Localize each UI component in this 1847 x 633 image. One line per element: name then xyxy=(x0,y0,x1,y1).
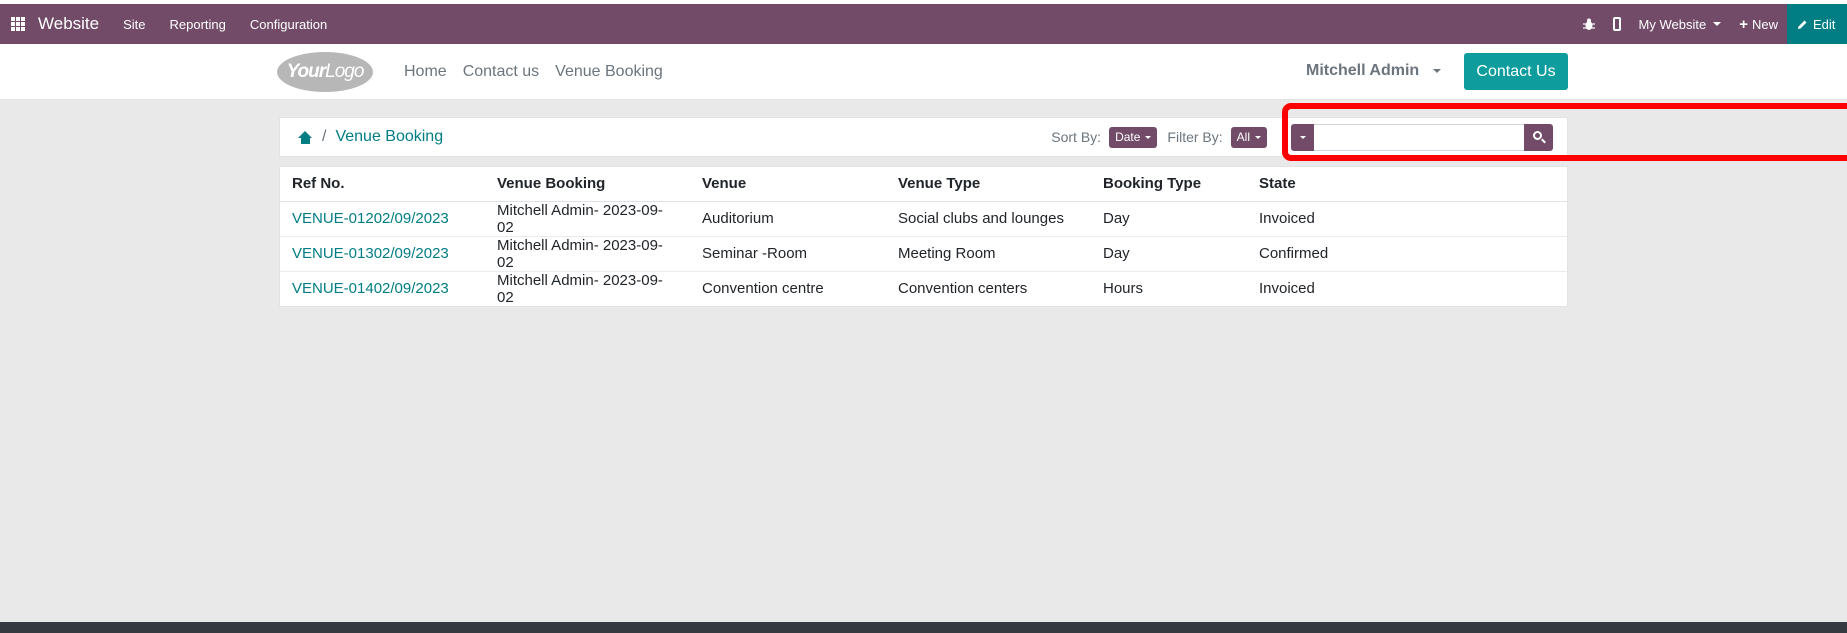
table-row[interactable]: VENUE-01302/09/2023 Mitchell Admin- 2023… xyxy=(280,236,1567,272)
cell-venue-type: Social clubs and lounges xyxy=(886,201,1091,237)
filter-dropdown[interactable]: All xyxy=(1230,126,1267,148)
edit-button[interactable]: Edit xyxy=(1787,4,1847,44)
logo-text-your: Your xyxy=(286,61,327,82)
website-header: Your Logo Home Contact us Venue Booking M… xyxy=(0,44,1847,100)
contact-us-button[interactable]: Contact Us xyxy=(1464,53,1568,90)
cell-venue-type: Convention centers xyxy=(898,280,1028,297)
pencil-icon xyxy=(1798,20,1807,29)
chevron-down-icon xyxy=(1145,135,1152,139)
cell-state: Confirmed xyxy=(1247,236,1567,272)
app-name[interactable]: Website xyxy=(38,14,99,34)
new-button[interactable]: + New xyxy=(1730,16,1787,33)
mobile-preview-button[interactable] xyxy=(1604,17,1630,31)
cell-venue-type: Meeting Room xyxy=(886,236,1091,272)
chevron-down-icon xyxy=(1255,135,1261,139)
sort-label: Sort By: xyxy=(1051,129,1102,145)
apps-menu-icon[interactable] xyxy=(11,17,25,31)
plus-icon: + xyxy=(1739,15,1748,33)
sort-dropdown[interactable]: Date xyxy=(1109,126,1158,148)
ref-link[interactable]: VENUE-01202/09/2023 xyxy=(280,201,485,237)
bug-icon xyxy=(1582,18,1595,30)
sort-value: Date xyxy=(1115,130,1141,144)
nav-link-venue-booking[interactable]: Venue Booking xyxy=(547,63,671,81)
cell-venue-booking: Mitchell Admin- 2023-09-02 xyxy=(497,271,663,306)
debug-button[interactable] xyxy=(1574,18,1604,31)
edit-label: Edit xyxy=(1813,16,1836,32)
table-row[interactable]: VENUE-01402/09/2023 Mitchell Admin- 2023… xyxy=(280,271,1567,306)
cell-venue: Auditorium xyxy=(690,201,886,237)
col-header-state: State xyxy=(1247,167,1567,202)
site-logo[interactable]: Your Logo xyxy=(277,52,373,92)
chevron-down-icon xyxy=(1713,22,1722,26)
menu-item-reporting[interactable]: Reporting xyxy=(158,17,238,32)
top-menu: Site Reporting Configuration xyxy=(111,17,339,32)
breadcrumb-current: Venue Booking xyxy=(335,128,444,145)
nav-link-home[interactable]: Home xyxy=(396,63,455,81)
footer-bar xyxy=(0,622,1847,633)
site-nav: Home Contact us Venue Booking xyxy=(396,44,671,100)
menu-item-configuration[interactable]: Configuration xyxy=(238,17,339,32)
cell-venue: Convention centre xyxy=(702,280,824,297)
table-header-row: Ref No. Venue Booking Venue Venue Type B… xyxy=(280,167,1567,202)
user-name: Mitchell Admin xyxy=(1306,62,1420,79)
breadcrumb-separator: / xyxy=(322,128,327,145)
chevron-down-icon xyxy=(1433,69,1442,73)
menu-item-site[interactable]: Site xyxy=(111,17,157,32)
col-header-booking-type: Booking Type xyxy=(1091,167,1247,202)
annotation-highlight-box xyxy=(1282,103,1847,161)
ref-link[interactable]: VENUE-01402/09/2023 xyxy=(280,271,485,306)
website-switcher-label: My Website xyxy=(1638,16,1707,32)
topbar-right: My Website + New Edit xyxy=(1574,4,1847,44)
breadcrumb-bar: / Venue Booking Sort By: Date Filter By:… xyxy=(279,103,1847,161)
nav-link-contact-us[interactable]: Contact us xyxy=(455,63,547,81)
main-content: / Venue Booking Sort By: Date Filter By:… xyxy=(0,100,1847,622)
ref-link[interactable]: VENUE-01302/09/2023 xyxy=(280,236,485,272)
logo-text-logo: Logo xyxy=(325,61,364,82)
home-icon[interactable] xyxy=(298,130,313,144)
website-switcher[interactable]: My Website xyxy=(1630,17,1731,32)
mobile-icon xyxy=(1612,17,1621,31)
col-header-venue-type: Venue Type xyxy=(886,167,1091,202)
col-header-venue-booking: Venue Booking xyxy=(485,167,690,202)
table-row[interactable]: VENUE-01202/09/2023 Mitchell Admin- 2023… xyxy=(280,201,1567,237)
cell-state: Invoiced xyxy=(1247,201,1567,237)
breadcrumb: / Venue Booking xyxy=(298,118,443,156)
cell-booking-type: Hours xyxy=(1103,280,1144,297)
cell-booking-type: Day xyxy=(1091,201,1247,237)
venue-booking-table: Ref No. Venue Booking Venue Venue Type B… xyxy=(279,166,1568,307)
user-menu[interactable]: Mitchell Admin xyxy=(1306,62,1442,80)
cell-venue-booking: Mitchell Admin- 2023-09-02 xyxy=(485,201,690,237)
cell-venue: Seminar -Room xyxy=(690,236,886,272)
odoo-navbar: Website Site Reporting Configuration My … xyxy=(0,4,1847,44)
cell-venue-booking: Mitchell Admin- 2023-09-02 xyxy=(485,236,690,272)
filter-label: Filter By: xyxy=(1167,129,1223,145)
new-label: New xyxy=(1751,16,1778,32)
cell-booking-type: Day xyxy=(1091,236,1247,272)
col-header-ref-no: Ref No. xyxy=(280,167,485,202)
col-header-venue: Venue xyxy=(690,167,886,202)
cell-state: Invoiced xyxy=(1259,280,1315,297)
filter-value: All xyxy=(1236,130,1250,144)
